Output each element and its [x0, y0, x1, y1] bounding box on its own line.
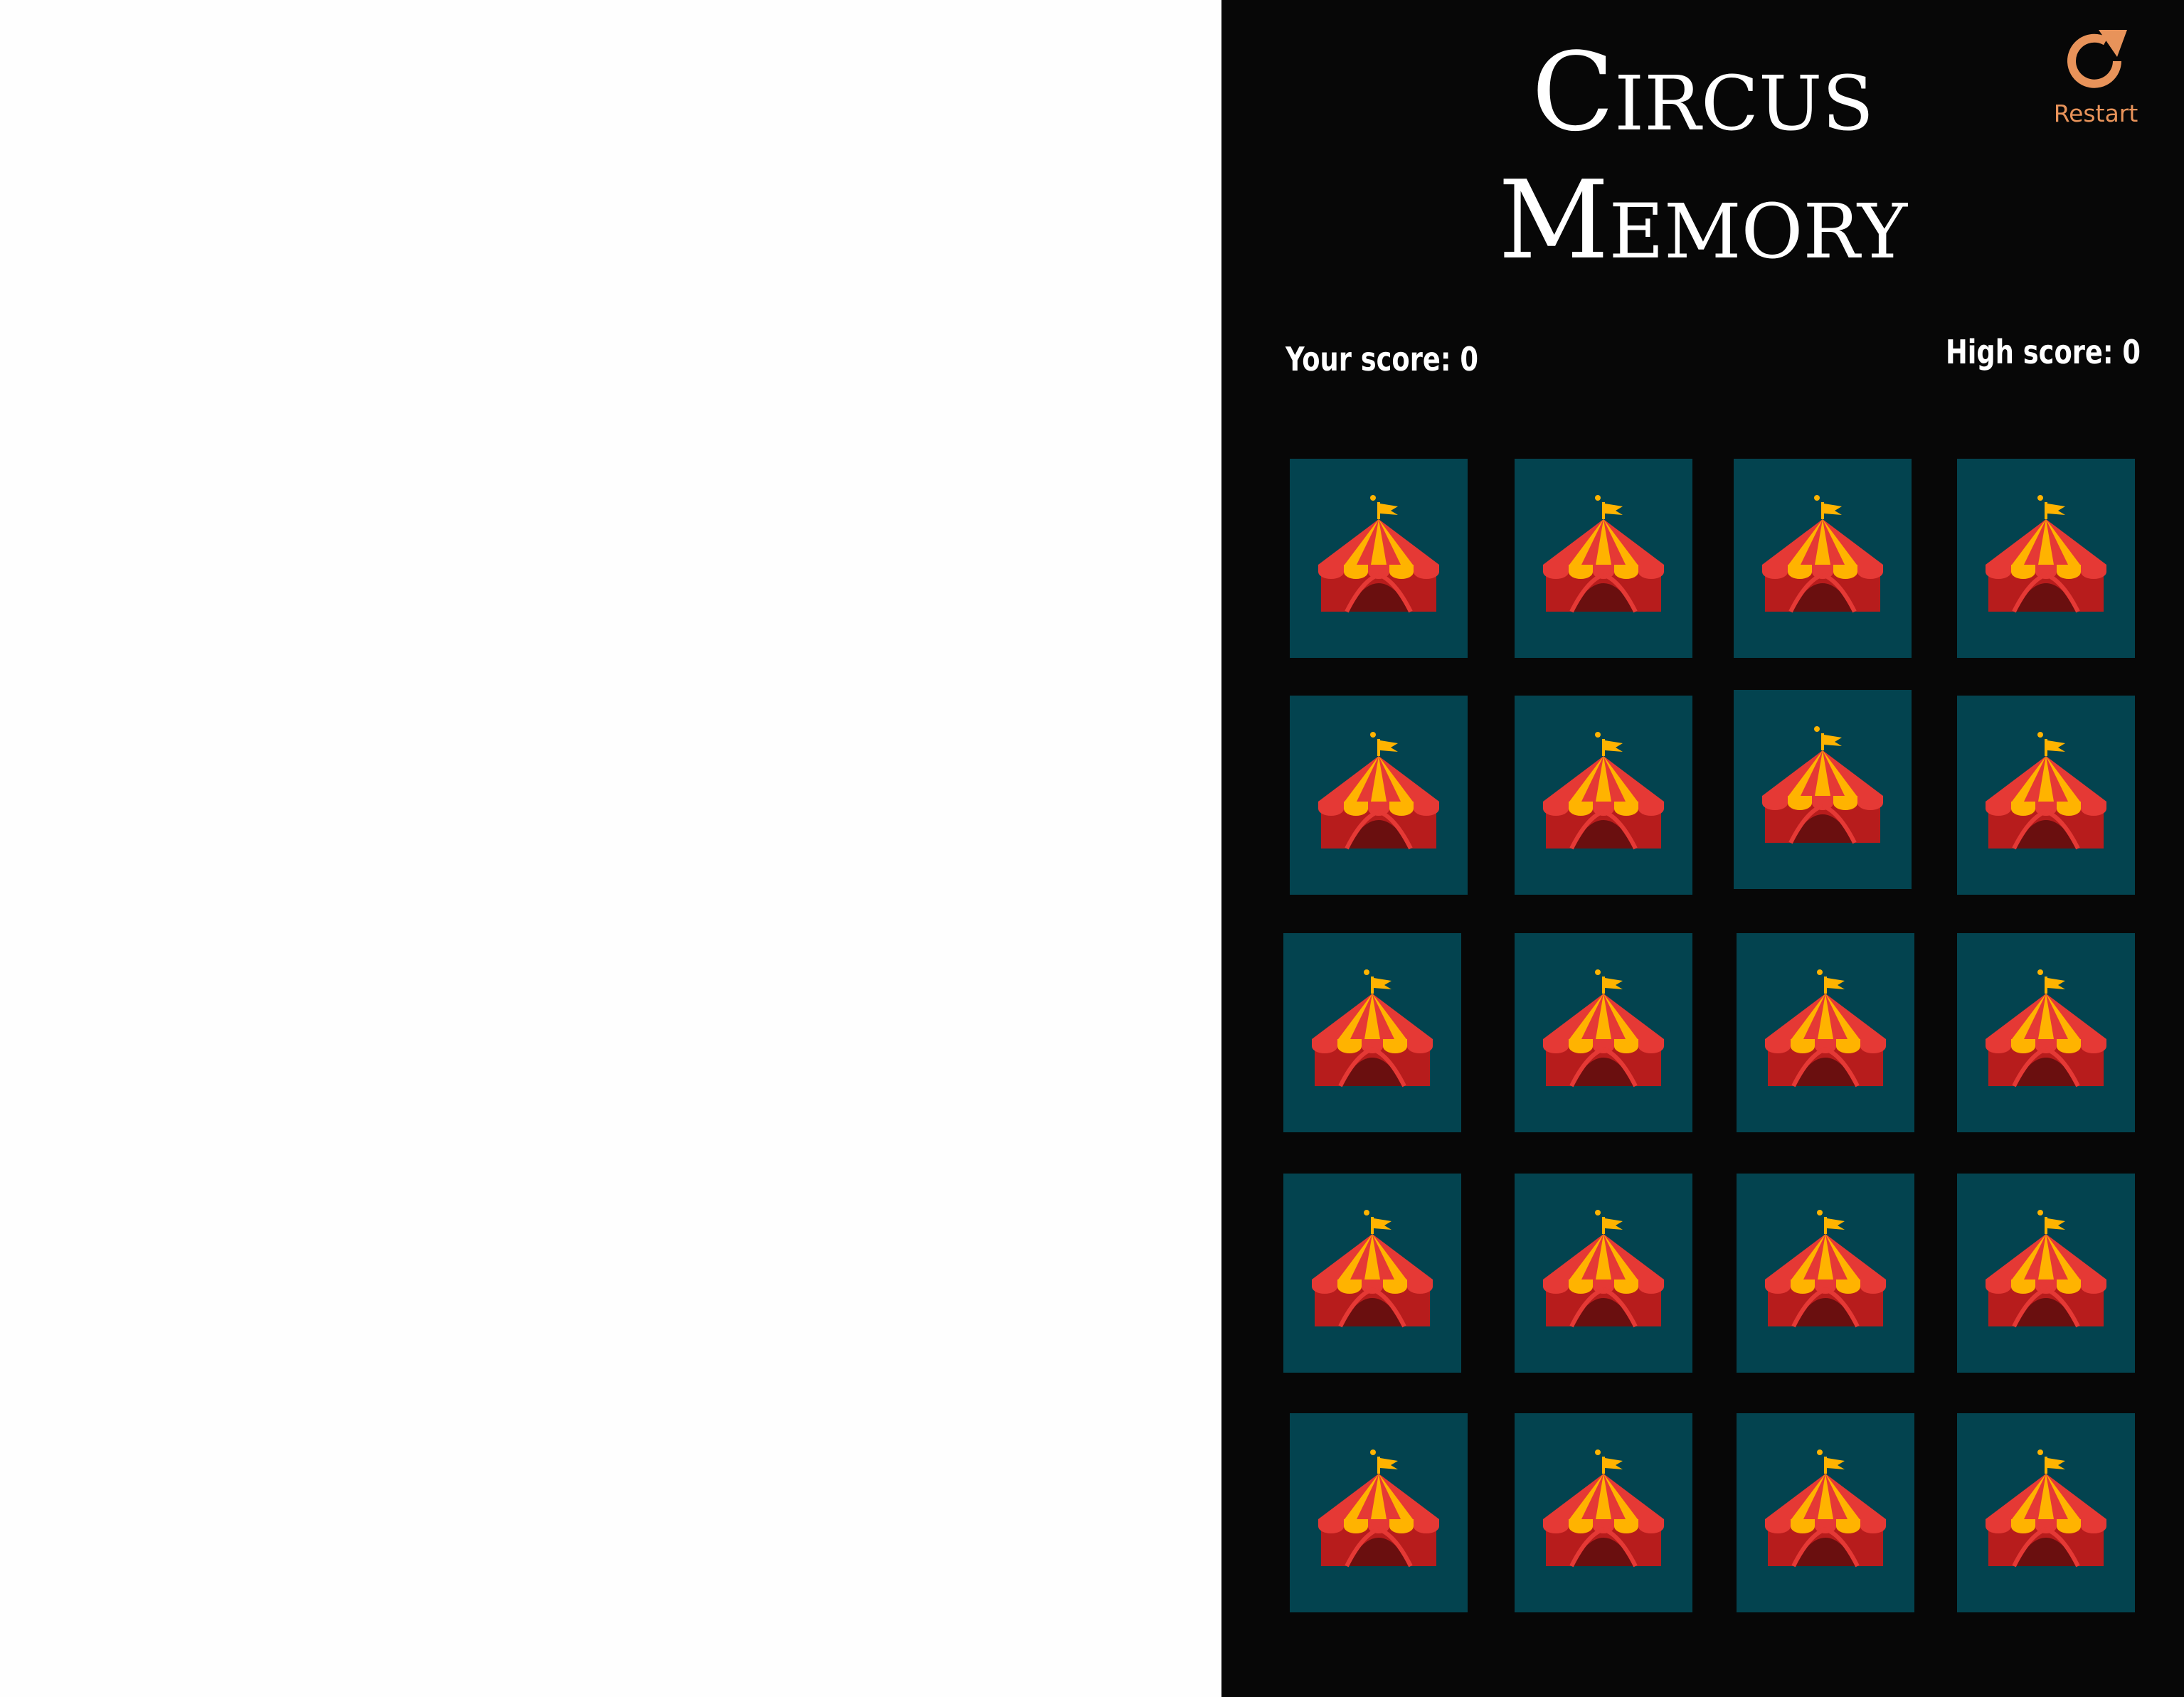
- memory-card[interactable]: [1957, 933, 2135, 1132]
- circus-tent-icon: [1312, 969, 1433, 1087]
- memory-card[interactable]: [1734, 459, 1912, 658]
- circus-tent-icon: [1543, 732, 1664, 850]
- circus-tent-icon: [1765, 969, 1886, 1087]
- restart-button[interactable]: Restart: [2050, 26, 2142, 139]
- memory-card[interactable]: [1737, 1174, 1914, 1373]
- circus-tent-icon: [1986, 1210, 2106, 1328]
- circus-tent-icon: [1762, 726, 1883, 844]
- title-line-2: Memory: [1498, 157, 1907, 283]
- memory-card[interactable]: [1515, 459, 1692, 658]
- memory-card[interactable]: [1290, 459, 1468, 658]
- memory-card[interactable]: [1737, 933, 1914, 1132]
- blank-left-area: [0, 0, 1221, 1697]
- your-score: Your score: 0: [1286, 340, 1478, 378]
- circus-tent-icon: [1543, 969, 1664, 1087]
- memory-card[interactable]: [1737, 1413, 1914, 1612]
- circus-tent-icon: [1986, 1449, 2106, 1568]
- memory-card[interactable]: [1957, 1413, 2135, 1612]
- memory-card[interactable]: [1515, 933, 1692, 1132]
- memory-card[interactable]: [1957, 1174, 2135, 1373]
- game-title: Circus Memory: [1221, 28, 2184, 284]
- memory-card[interactable]: [1515, 1174, 1692, 1373]
- circus-tent-icon: [1986, 732, 2106, 850]
- your-score-label: Your score:: [1286, 340, 1451, 378]
- restart-label: Restart: [2053, 100, 2138, 127]
- circus-tent-icon: [1765, 1449, 1886, 1568]
- restart-icon: [2067, 30, 2127, 88]
- memory-card[interactable]: [1283, 933, 1461, 1132]
- high-score: High score: 0: [1946, 333, 2141, 371]
- memory-card[interactable]: [1957, 459, 2135, 658]
- circus-tent-icon: [1318, 1449, 1439, 1568]
- circus-tent-icon: [1765, 1210, 1886, 1328]
- memory-card[interactable]: [1515, 696, 1692, 895]
- your-score-value: 0: [1460, 340, 1478, 378]
- title-line-1: Circus: [1531, 29, 1875, 155]
- game-panel: Circus Memory Restart Your score: 0 High…: [1221, 0, 2184, 1697]
- memory-card[interactable]: [1290, 696, 1468, 895]
- circus-tent-icon: [1318, 495, 1439, 613]
- memory-card[interactable]: [1734, 690, 1912, 889]
- memory-card[interactable]: [1283, 1174, 1461, 1373]
- circus-tent-icon: [1762, 495, 1883, 613]
- memory-card[interactable]: [1957, 696, 2135, 895]
- circus-tent-icon: [1543, 1210, 1664, 1328]
- circus-tent-icon: [1543, 495, 1664, 613]
- memory-card[interactable]: [1290, 1413, 1468, 1612]
- circus-tent-icon: [1986, 969, 2106, 1087]
- circus-tent-icon: [1318, 732, 1439, 850]
- memory-card[interactable]: [1515, 1413, 1692, 1612]
- high-score-label: High score:: [1946, 333, 2114, 371]
- circus-tent-icon: [1986, 495, 2106, 613]
- circus-tent-icon: [1312, 1210, 1433, 1328]
- circus-tent-icon: [1543, 1449, 1664, 1568]
- high-score-value: 0: [2122, 333, 2141, 371]
